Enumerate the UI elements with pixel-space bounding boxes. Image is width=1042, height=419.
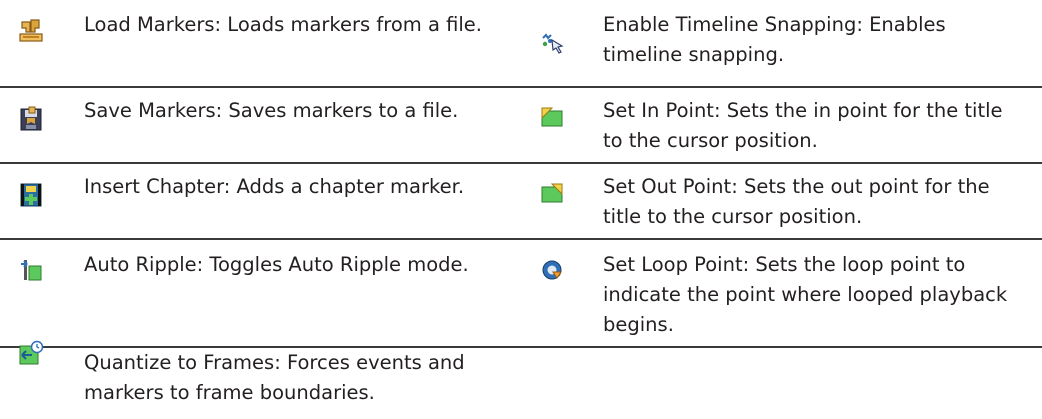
auto-ripple-icon bbox=[0, 258, 62, 282]
table-cell: Load Markers: Loads markers from a file. bbox=[0, 0, 521, 86]
table-cell: Set Loop Point: Sets the loop point to i… bbox=[521, 240, 1042, 346]
table-cell: Enable Timeline Snapping: Enables timeli… bbox=[521, 0, 1042, 86]
set-in-point-icon bbox=[521, 106, 583, 128]
table-cell: Set Out Point: Sets the out point for th… bbox=[521, 164, 1042, 238]
toolbar-reference-table: Load Markers: Loads markers from a file.… bbox=[0, 0, 1042, 419]
table-cell: Quantize to Frames: Forces events and ma… bbox=[0, 340, 521, 419]
table-row: Save Markers: Saves markers to a file. S… bbox=[0, 88, 1042, 164]
quantize-frames-icon bbox=[0, 340, 62, 366]
save-markers-icon bbox=[0, 106, 62, 132]
cell-description: Set In Point: Sets the in point for the … bbox=[603, 99, 1003, 152]
set-loop-point-icon bbox=[521, 258, 583, 282]
table-row: Load Markers: Loads markers from a file.… bbox=[0, 0, 1042, 88]
cell-description: Auto Ripple: Toggles Auto Ripple mode. bbox=[84, 253, 469, 276]
table-cell: Insert Chapter: Adds a chapter marker. bbox=[0, 164, 521, 238]
cell-description: Quantize to Frames: Forces events and ma… bbox=[84, 351, 465, 404]
cell-description: Insert Chapter: Adds a chapter marker. bbox=[84, 175, 465, 198]
cell-description: Set Loop Point: Sets the loop point to i… bbox=[603, 253, 1008, 336]
table-cell-empty bbox=[521, 348, 1042, 419]
table-cell: Auto Ripple: Toggles Auto Ripple mode. bbox=[0, 240, 521, 346]
table-row: Quantize to Frames: Forces events and ma… bbox=[0, 340, 1042, 419]
set-out-point-icon bbox=[521, 182, 583, 204]
insert-chapter-icon bbox=[0, 182, 62, 208]
timeline-snapping-icon bbox=[521, 32, 583, 54]
cell-description: Save Markers: Saves markers to a file. bbox=[84, 99, 459, 122]
cell-description: Enable Timeline Snapping: Enables timeli… bbox=[603, 13, 946, 66]
load-markers-icon bbox=[0, 18, 62, 44]
table-row: Insert Chapter: Adds a chapter marker. S… bbox=[0, 164, 1042, 240]
cell-description: Load Markers: Loads markers from a file. bbox=[84, 13, 482, 36]
cell-description: Set Out Point: Sets the out point for th… bbox=[603, 175, 990, 228]
table-row: Auto Ripple: Toggles Auto Ripple mode. S… bbox=[0, 240, 1042, 348]
table-cell: Set In Point: Sets the in point for the … bbox=[521, 88, 1042, 162]
table-cell: Save Markers: Saves markers to a file. bbox=[0, 88, 521, 162]
